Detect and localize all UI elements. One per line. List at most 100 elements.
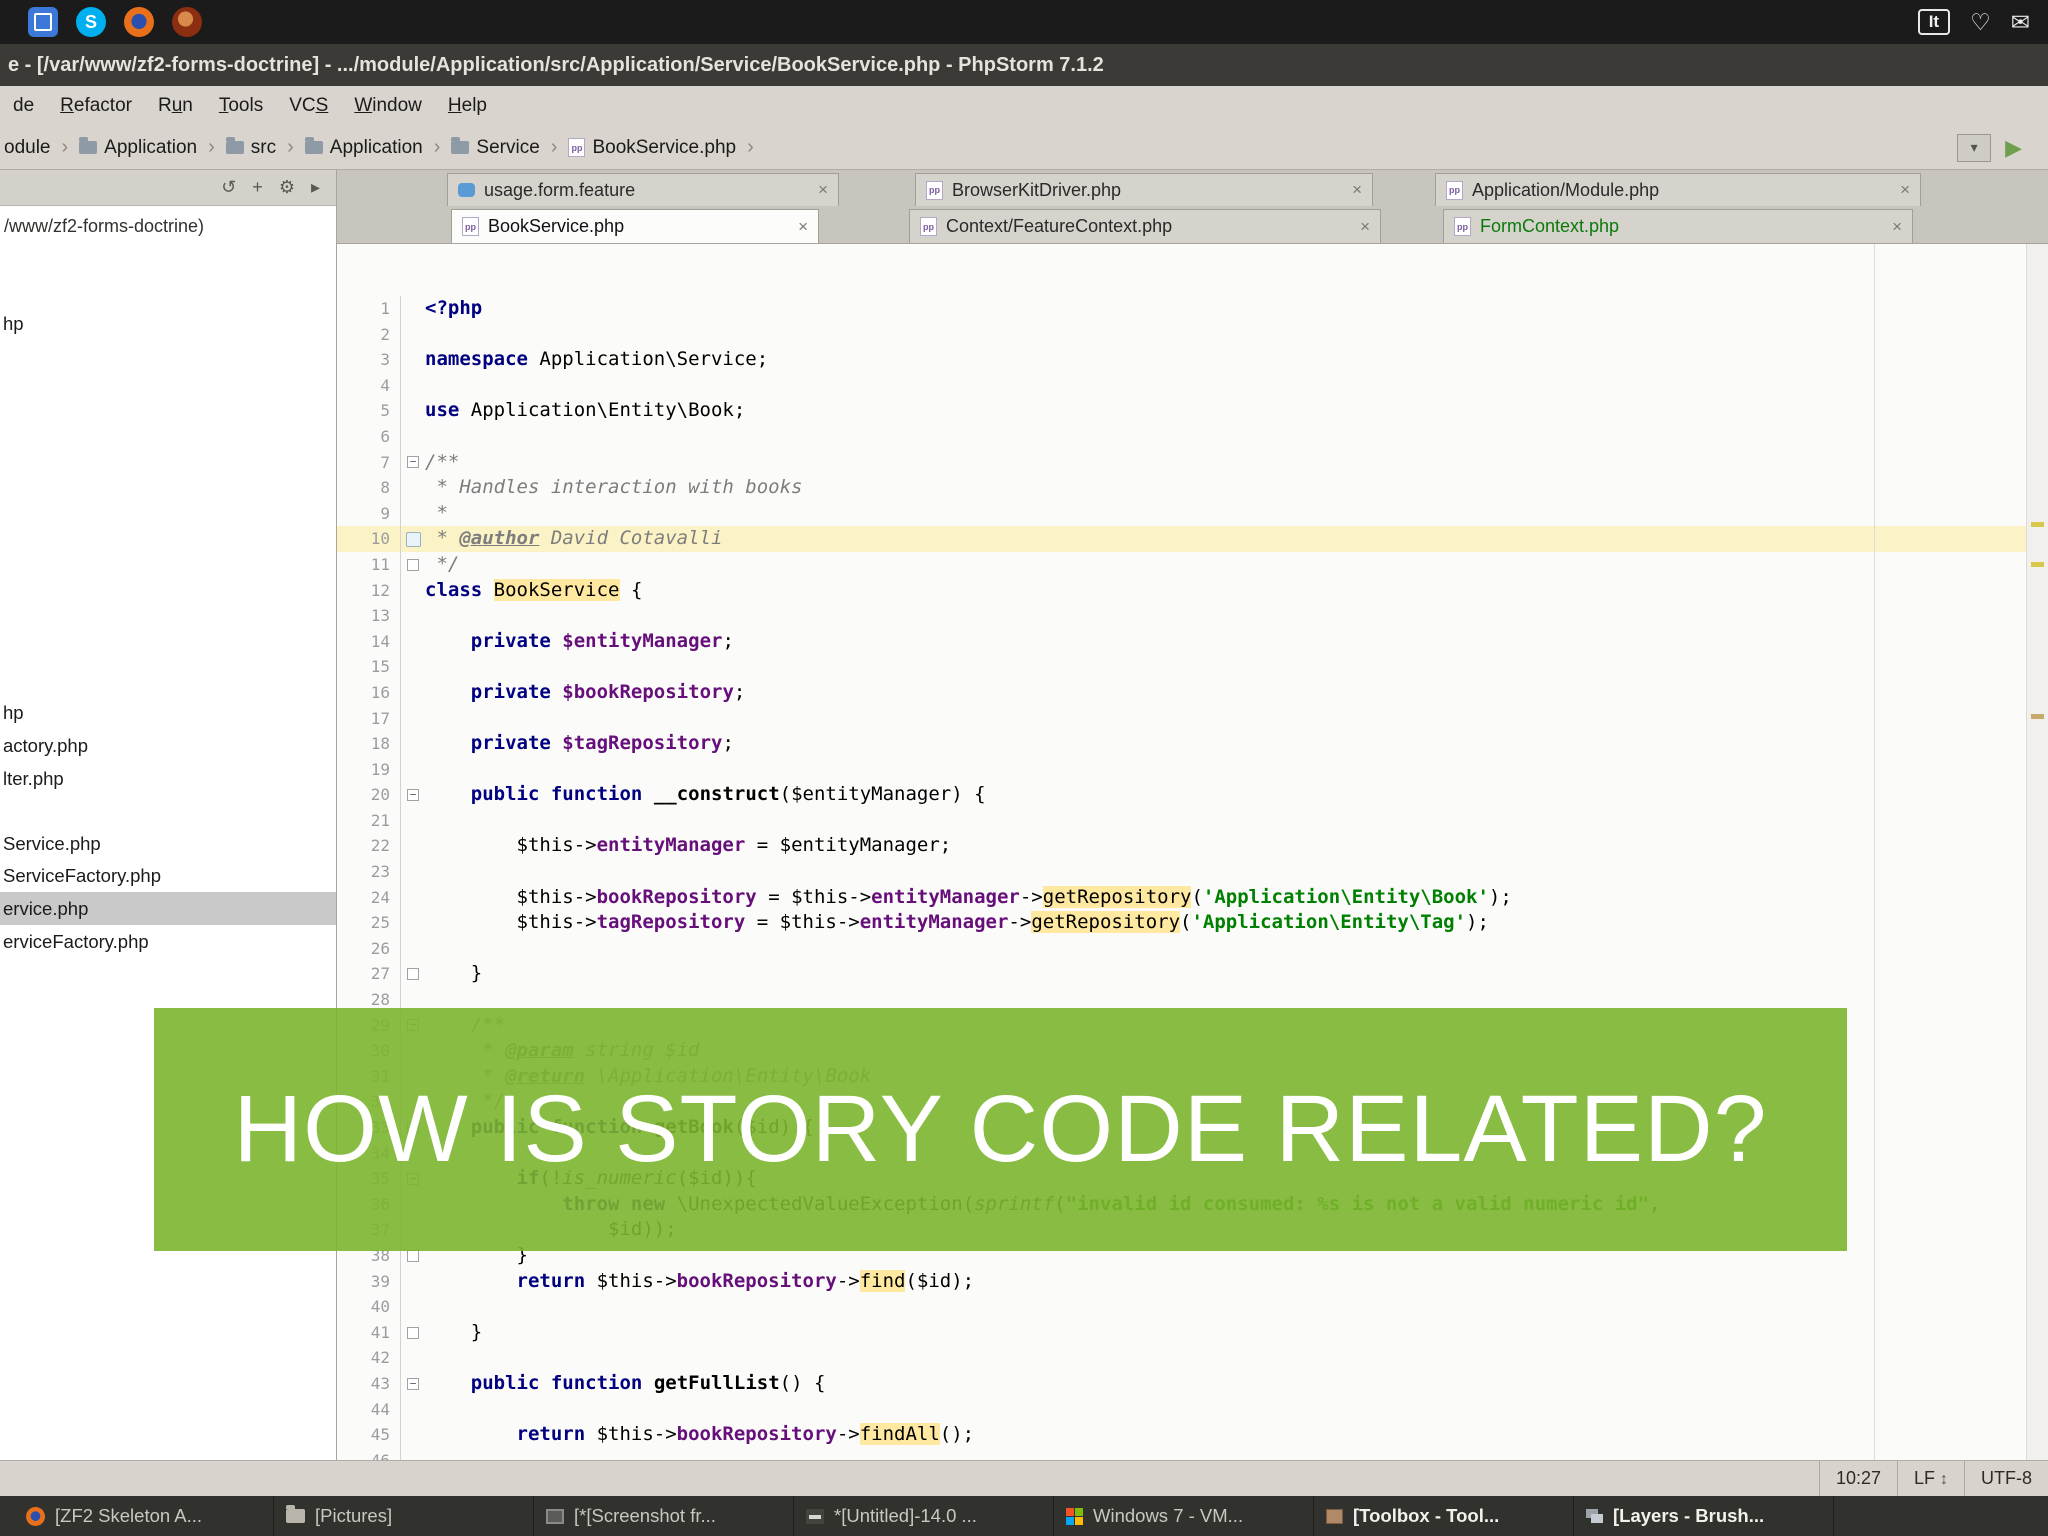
gutter-fold-column[interactable] bbox=[401, 1345, 425, 1371]
code-line[interactable]: 3 namespace Application\Service; bbox=[337, 347, 2026, 373]
code-line[interactable]: 4 bbox=[337, 372, 2026, 399]
code-line[interactable]: 40 bbox=[337, 1294, 2026, 1320]
code-line[interactable]: 10 * @author David Cotavalli bbox=[337, 526, 2026, 552]
code-line[interactable]: 41 } bbox=[337, 1319, 2026, 1346]
gutter-fold-column[interactable] bbox=[401, 629, 425, 655]
line-separator-indicator[interactable]: LF bbox=[1896, 1461, 1964, 1496]
code-line[interactable]: 46 bbox=[337, 1447, 2026, 1460]
collapse-icon[interactable]: ▸ bbox=[311, 177, 320, 198]
menu-item-window[interactable]: Window bbox=[341, 95, 435, 117]
close-icon[interactable]: × bbox=[798, 217, 808, 237]
gutter-fold-column[interactable] bbox=[401, 526, 425, 552]
project-file-item[interactable]: lter.php bbox=[0, 762, 336, 795]
code-line[interactable]: 13 bbox=[337, 603, 2026, 629]
fold-start-icon[interactable]: − bbox=[407, 1377, 419, 1390]
app-icon-red[interactable] bbox=[172, 7, 202, 37]
gutter-fold-column[interactable] bbox=[401, 859, 425, 885]
gutter-fold-column[interactable] bbox=[401, 654, 425, 680]
code-line[interactable]: 44 bbox=[337, 1396, 2026, 1423]
code-line[interactable]: 19 bbox=[337, 756, 2026, 783]
code-line[interactable]: 17 bbox=[337, 705, 2026, 732]
code-line[interactable]: 20− public function __construct($entityM… bbox=[337, 782, 2026, 808]
code-line[interactable]: 14 private $entityManager; bbox=[337, 628, 2026, 655]
gutter-fold-column[interactable]: − bbox=[401, 450, 425, 476]
editor-tab-bookservice-php[interactable]: pp BookService.php × bbox=[451, 209, 819, 243]
code-line[interactable]: 42 bbox=[337, 1345, 2026, 1371]
code-line[interactable]: 16 private $bookRepository; bbox=[337, 679, 2026, 706]
gutter-fold-column[interactable] bbox=[401, 398, 425, 424]
firefox-icon[interactable] bbox=[124, 7, 154, 37]
gutter-fold-column[interactable] bbox=[401, 322, 425, 348]
code-line[interactable]: 11 */ bbox=[337, 551, 2026, 578]
code-line[interactable]: 23 bbox=[337, 859, 2026, 885]
gutter-fold-column[interactable] bbox=[401, 578, 425, 604]
menu-item-tools[interactable]: Tools bbox=[206, 95, 276, 117]
code-line[interactable]: 9 * bbox=[337, 500, 2026, 527]
breadcrumb-item[interactable]: Service bbox=[447, 137, 543, 159]
run-config-dropdown[interactable]: ▾ bbox=[1957, 133, 1992, 162]
gutter-fold-column[interactable] bbox=[401, 603, 425, 629]
close-icon[interactable]: × bbox=[1352, 180, 1362, 200]
taskbar-item[interactable]: [ZF2 Skeleton A... bbox=[14, 1496, 274, 1536]
gutter-fold-column[interactable] bbox=[401, 552, 425, 578]
fold-end-icon[interactable] bbox=[407, 558, 419, 571]
gutter-fold-column[interactable] bbox=[401, 347, 425, 373]
keyboard-layout-badge[interactable]: It bbox=[1917, 9, 1951, 35]
settings-gear-icon[interactable]: ⚙ bbox=[279, 177, 295, 198]
menu-item-run[interactable]: Run bbox=[145, 95, 206, 117]
breadcrumb-item[interactable]: Application bbox=[75, 137, 201, 159]
gutter-fold-column[interactable]: − bbox=[401, 1371, 425, 1397]
gutter-fold-column[interactable] bbox=[401, 680, 425, 706]
editor-tab-browserkitdriver-php[interactable]: pp BrowserKitDriver.php × bbox=[915, 173, 1373, 206]
close-icon[interactable]: × bbox=[818, 180, 828, 200]
menu-item-de[interactable]: de bbox=[0, 95, 47, 117]
code-line[interactable]: 6 bbox=[337, 423, 2026, 450]
gutter-fold-column[interactable] bbox=[401, 475, 425, 501]
editor-tab-usage-form-feature[interactable]: usage.form.feature × bbox=[447, 173, 839, 206]
editor[interactable]: 1 <?php 2 3 namespace Application\Service; 4 5… bbox=[337, 244, 2048, 1460]
gutter-fold-column[interactable] bbox=[401, 1448, 425, 1460]
gutter-fold-column[interactable] bbox=[401, 706, 425, 732]
code-line[interactable]: 25 $this->tagRepository = $this->entityM… bbox=[337, 910, 2026, 936]
close-icon[interactable]: × bbox=[1900, 180, 1910, 200]
code-line[interactable]: 2 bbox=[337, 321, 2026, 348]
menu-item-vcs[interactable]: VCS bbox=[276, 95, 341, 117]
code-line[interactable]: 43− public function getFullList() { bbox=[337, 1370, 2026, 1397]
fold-start-icon[interactable]: − bbox=[407, 789, 419, 802]
gutter-fold-column[interactable] bbox=[401, 1422, 425, 1448]
project-file-item[interactable]: actory.php bbox=[0, 729, 336, 762]
project-file-item[interactable]: ervice.php bbox=[0, 892, 336, 925]
gutter-fold-column[interactable] bbox=[401, 731, 425, 757]
gutter-fold-column[interactable] bbox=[401, 961, 425, 987]
project-root-label[interactable]: /www/zf2-forms-doctrine) bbox=[4, 216, 204, 237]
app-launcher-icon[interactable] bbox=[28, 7, 58, 37]
code-line[interactable]: 27 } bbox=[337, 961, 2026, 988]
code-line[interactable]: 5 use Application\Entity\Book; bbox=[337, 398, 2026, 424]
gutter-fold-column[interactable] bbox=[401, 1320, 425, 1346]
breadcrumb-item[interactable]: src bbox=[222, 137, 280, 159]
gutter-fold-column[interactable] bbox=[401, 885, 425, 911]
locate-icon[interactable]: + bbox=[252, 177, 263, 198]
code-line[interactable]: 18 private $tagRepository; bbox=[337, 731, 2026, 757]
warning-stripe-mark[interactable] bbox=[2031, 522, 2044, 527]
breadcrumb-item[interactable]: Application bbox=[301, 137, 427, 159]
skype-icon[interactable]: S bbox=[76, 7, 106, 37]
refresh-icon[interactable]: ↺ bbox=[221, 177, 236, 198]
gutter-fold-column[interactable] bbox=[401, 833, 425, 859]
gutter-bookmark-icon[interactable] bbox=[405, 531, 421, 547]
heart-icon[interactable]: ♡ bbox=[1970, 10, 1991, 34]
breadcrumb-item[interactable]: pp BookService.php bbox=[564, 137, 740, 159]
mail-icon[interactable]: ✉ bbox=[2011, 10, 2030, 34]
project-file-item[interactable]: hp bbox=[0, 696, 336, 729]
gutter-fold-column[interactable] bbox=[401, 373, 425, 399]
gutter-fold-column[interactable] bbox=[401, 424, 425, 450]
fold-end-icon[interactable] bbox=[407, 968, 419, 981]
project-file-item[interactable]: ServiceFactory.php bbox=[0, 859, 336, 892]
code-line[interactable]: 26 bbox=[337, 935, 2026, 962]
code-line[interactable]: 22 $this->entityManager = $entityManager… bbox=[337, 833, 2026, 860]
code-line[interactable]: 1 <?php bbox=[337, 296, 2026, 322]
code-line[interactable]: 15 bbox=[337, 654, 2026, 680]
gutter-fold-column[interactable]: − bbox=[401, 782, 425, 808]
fold-start-icon[interactable]: − bbox=[407, 456, 419, 469]
fold-end-icon[interactable] bbox=[407, 1326, 419, 1339]
